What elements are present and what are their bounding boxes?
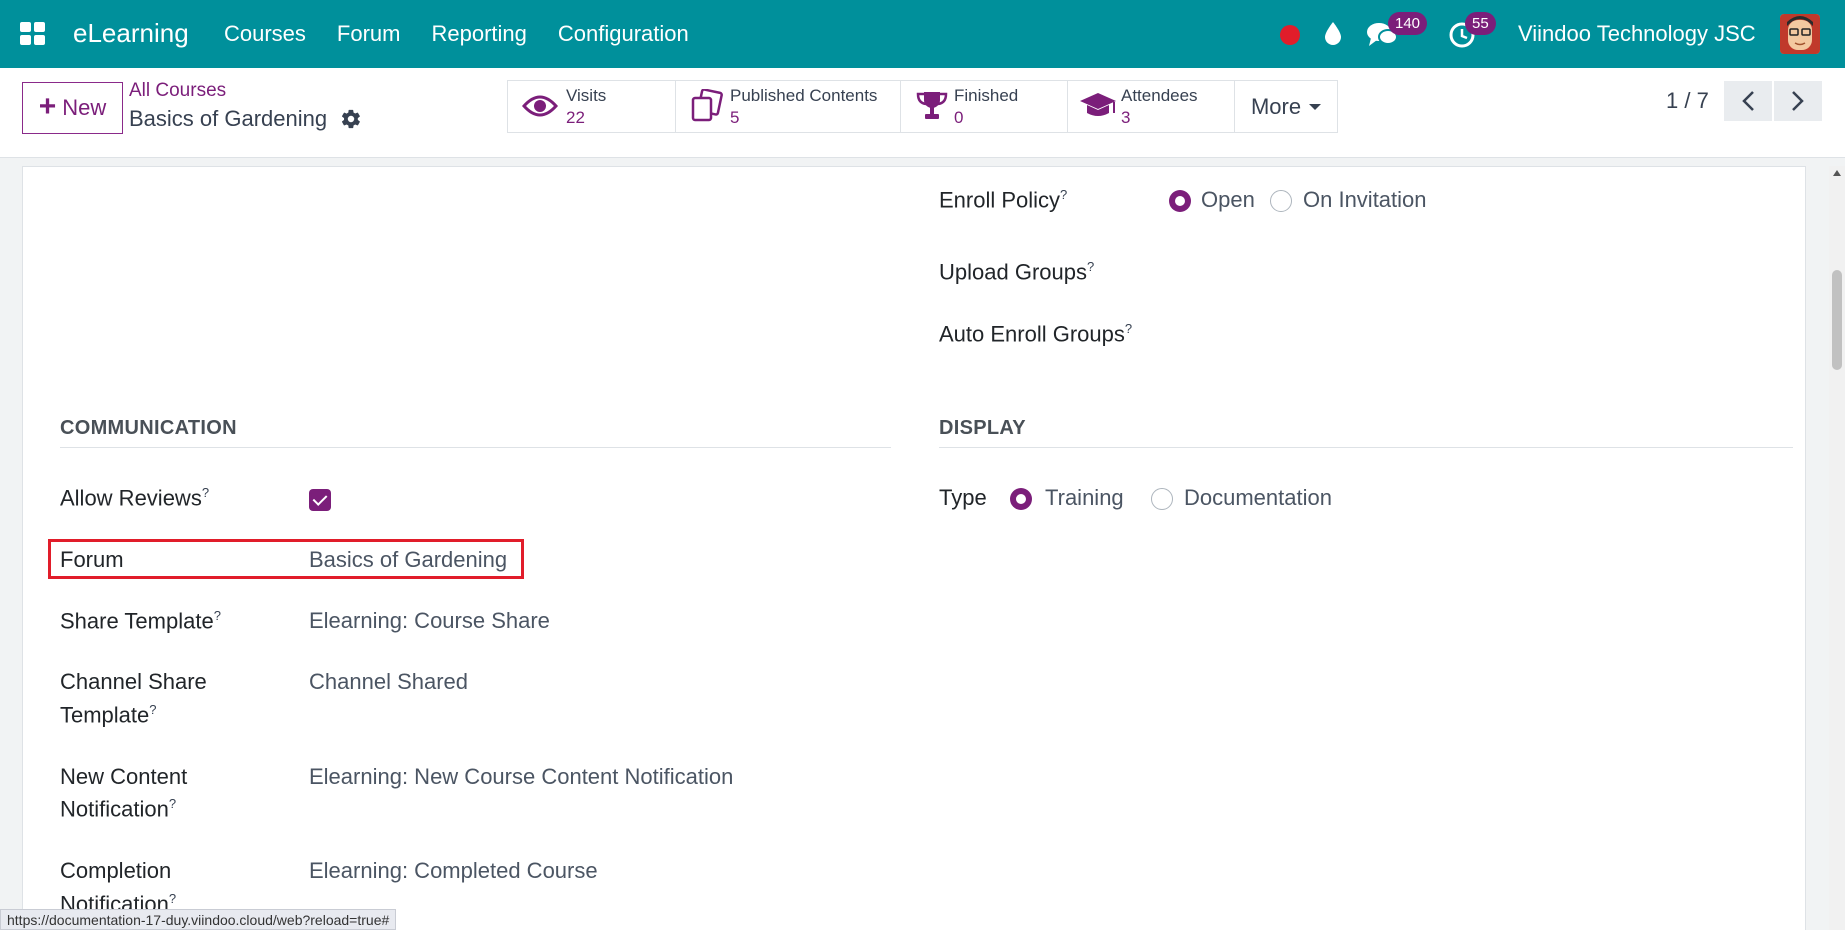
allow-reviews-label: Allow Reviews?	[60, 485, 210, 511]
communication-divider	[60, 447, 891, 448]
pager-next-button[interactable]	[1774, 81, 1822, 121]
completion-notification-field[interactable]: Elearning: Completed Course	[309, 858, 598, 884]
upload-groups-label: Upload Groups?	[939, 259, 1095, 285]
documents-icon	[691, 89, 723, 122]
stat-visits-value: 22	[566, 108, 585, 127]
trophy-icon	[916, 92, 948, 119]
chevron-right-icon	[1792, 91, 1804, 111]
type-documentation-radio[interactable]	[1151, 488, 1173, 510]
control-panel: + New All Courses Basics of Gardening Vi…	[0, 68, 1845, 158]
channel-share-template-field[interactable]: Channel Shared	[309, 669, 468, 695]
new-content-notification-field[interactable]: Elearning: New Course Content Notificati…	[309, 764, 733, 790]
stat-buttons: Visits 22 Published Contents 5 Finished …	[507, 80, 1338, 133]
stat-finished-label: Finished	[954, 86, 1019, 105]
forum-highlight-box	[48, 539, 524, 579]
share-template-label: Share Template?	[60, 608, 221, 634]
stat-visits-button[interactable]: Visits 22	[508, 81, 676, 132]
new-button[interactable]: + New	[22, 82, 123, 134]
stat-published-contents-button[interactable]: Published Contents 5	[676, 81, 901, 132]
enroll-policy-label: Enroll Policy?	[939, 187, 1068, 213]
activities-badge: 55	[1465, 12, 1496, 35]
display-section-title: DISPLAY	[939, 417, 1026, 439]
app-name[interactable]: eLearning	[73, 18, 189, 49]
new-button-label: New	[62, 95, 107, 120]
stat-attendees-label: Attendees	[1121, 86, 1198, 105]
stat-attendees-value: 3	[1121, 108, 1131, 127]
enroll-policy-open-radio[interactable]	[1169, 190, 1191, 212]
avatar-face-icon	[1780, 14, 1820, 54]
type-documentation-label[interactable]: Documentation	[1173, 485, 1332, 511]
recording-indicator-icon[interactable]	[1280, 25, 1300, 45]
type-label: Type	[939, 485, 987, 510]
messages-badge: 140	[1388, 12, 1428, 35]
scroll-up-arrow-icon[interactable]	[1833, 170, 1841, 176]
chevron-left-icon	[1742, 91, 1754, 111]
scrollbar[interactable]	[1829, 166, 1845, 930]
status-bar-url: https://documentation-17-duy.viindoo.clo…	[0, 909, 397, 930]
channel-share-template-label-line2: Template?	[60, 702, 157, 728]
auto-enroll-groups-label: Auto Enroll Groups?	[939, 321, 1133, 347]
type-training-label[interactable]: Training	[1032, 485, 1124, 511]
stat-published-contents-label: Published Contents	[730, 86, 878, 105]
caret-down-icon	[1309, 103, 1322, 110]
enroll-policy-invitation-radio[interactable]	[1270, 190, 1292, 212]
gear-icon[interactable]	[340, 108, 362, 130]
top-navbar: eLearning Courses Forum Reporting Config…	[0, 0, 1845, 68]
menu-reporting[interactable]: Reporting	[431, 21, 526, 47]
stat-finished-button[interactable]: Finished 0	[901, 81, 1068, 132]
completion-notification-label-line1: Completion	[60, 858, 172, 883]
scrollbar-thumb[interactable]	[1832, 270, 1842, 370]
stat-published-contents-value: 5	[730, 108, 740, 127]
droplet-icon[interactable]	[1322, 20, 1344, 46]
stat-finished-value: 0	[954, 108, 964, 127]
apps-menu-icon[interactable]	[20, 22, 46, 46]
enroll-policy-invitation-label[interactable]: On Invitation	[1292, 187, 1427, 213]
new-content-notification-label-line1: New Content	[60, 764, 188, 789]
company-switcher[interactable]: Viindoo Technology JSC	[1518, 21, 1756, 47]
communication-section-title: COMMUNICATION	[60, 417, 237, 439]
type-training-radio[interactable]	[1010, 488, 1032, 510]
share-template-field[interactable]: Elearning: Course Share	[309, 608, 550, 634]
channel-share-template-label-line1: Channel Share	[60, 669, 207, 694]
new-content-notification-label-line2: Notification?	[60, 796, 177, 822]
main-menu: Courses Forum Reporting Configuration	[224, 21, 689, 47]
pager-previous-button[interactable]	[1724, 81, 1772, 121]
allow-reviews-checkbox[interactable]	[309, 489, 331, 511]
more-button-label: More	[1250, 93, 1302, 119]
pager-value[interactable]: 1 / 7	[1666, 88, 1709, 114]
enroll-policy-open-label[interactable]: Open	[1191, 187, 1255, 213]
graduation-cap-icon	[1080, 93, 1116, 116]
eye-icon	[522, 95, 558, 117]
plus-icon: +	[38, 90, 57, 123]
menu-forum[interactable]: Forum	[337, 21, 401, 47]
menu-configuration[interactable]: Configuration	[558, 21, 689, 47]
menu-courses[interactable]: Courses	[224, 21, 306, 47]
stat-visits-label: Visits	[566, 86, 607, 105]
breadcrumb-all-courses[interactable]: All Courses	[129, 80, 226, 102]
more-button[interactable]: More	[1235, 81, 1337, 132]
breadcrumb-current: Basics of Gardening	[129, 106, 328, 131]
stat-attendees-button[interactable]: Attendees 3	[1068, 81, 1235, 132]
user-avatar[interactable]	[1780, 14, 1820, 54]
display-divider	[939, 447, 1793, 448]
